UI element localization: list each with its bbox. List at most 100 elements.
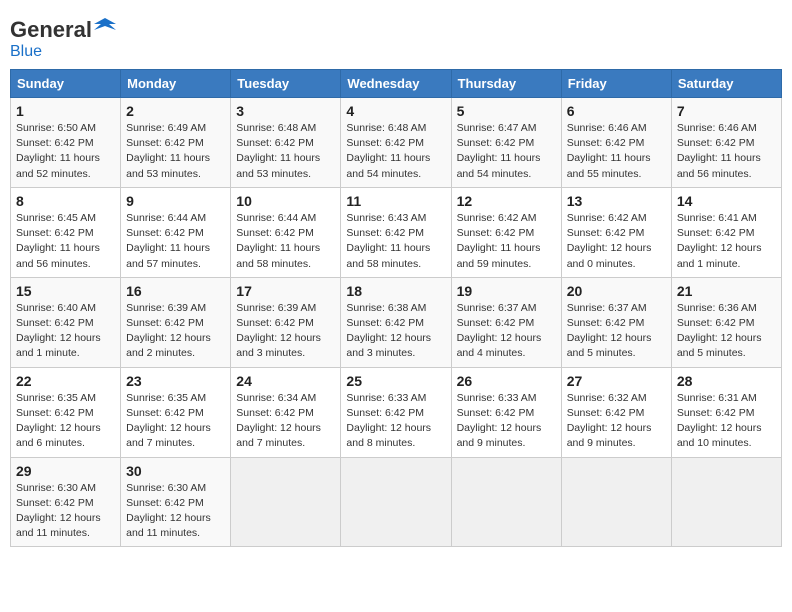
- calendar-cell: 7Sunrise: 6:46 AM Sunset: 6:42 PM Daylig…: [671, 98, 781, 188]
- day-info: Sunrise: 6:38 AM Sunset: 6:42 PM Dayligh…: [346, 301, 445, 362]
- calendar-week-row: 15Sunrise: 6:40 AM Sunset: 6:42 PM Dayli…: [11, 277, 782, 367]
- calendar-cell: 15Sunrise: 6:40 AM Sunset: 6:42 PM Dayli…: [11, 277, 121, 367]
- day-number: 27: [567, 373, 666, 389]
- calendar-cell: 25 Sunrise: 6:33 AM Sunset: 6:42 PM Dayli…: [341, 367, 451, 457]
- day-info: Sunrise: 6:49 AM Sunset: 6:42 PM Dayligh…: [126, 121, 225, 182]
- day-info: Sunrise: 6:33 AM Sunset: 6:42 PM Dayligh…: [457, 391, 556, 452]
- day-info: Sunrise: 6:32 AM Sunset: 6:42 PM Dayligh…: [567, 391, 666, 452]
- calendar-cell: 11 Sunrise: 6:43 AM Sunset: 6:42 PM Dayli…: [341, 187, 451, 277]
- day-number: 16: [126, 283, 225, 299]
- day-number: 24: [236, 373, 335, 389]
- calendar-cell: 10 Sunrise: 6:44 AM Sunset: 6:42 PM Dayli…: [231, 187, 341, 277]
- calendar-cell: 12 Sunrise: 6:42 AM Sunset: 6:42 PM Dayli…: [451, 187, 561, 277]
- day-number: 17: [236, 283, 335, 299]
- day-number: 13: [567, 193, 666, 209]
- day-number: 8: [16, 193, 115, 209]
- calendar-table: SundayMondayTuesdayWednesdayThursdayFrid…: [10, 69, 782, 547]
- day-info: Sunrise: 6:34 AM Sunset: 6:42 PM Dayligh…: [236, 391, 335, 452]
- calendar-header-tuesday: Tuesday: [231, 70, 341, 98]
- calendar-cell: 29Sunrise: 6:30 AM Sunset: 6:42 PM Dayli…: [11, 457, 121, 547]
- day-info: Sunrise: 6:48 AM Sunset: 6:42 PM Dayligh…: [346, 121, 445, 182]
- day-info: Sunrise: 6:41 AM Sunset: 6:42 PM Dayligh…: [677, 211, 776, 272]
- logo-general-text: General: [10, 17, 92, 43]
- calendar-cell: [451, 457, 561, 547]
- day-number: 22: [16, 373, 115, 389]
- day-info: Sunrise: 6:31 AM Sunset: 6:42 PM Dayligh…: [677, 391, 776, 452]
- calendar-cell: 1 Sunrise: 6:50 AM Sunset: 6:42 PM Daylig…: [11, 98, 121, 188]
- calendar-week-row: 22 Sunrise: 6:35 AM Sunset: 6:42 PM Dayli…: [11, 367, 782, 457]
- day-info: Sunrise: 6:43 AM Sunset: 6:42 PM Dayligh…: [346, 211, 445, 272]
- day-info: Sunrise: 6:44 AM Sunset: 6:42 PM Dayligh…: [236, 211, 335, 272]
- calendar-header-sunday: Sunday: [11, 70, 121, 98]
- calendar-week-row: 1 Sunrise: 6:50 AM Sunset: 6:42 PM Daylig…: [11, 98, 782, 188]
- calendar-cell: 16 Sunrise: 6:39 AM Sunset: 6:42 PM Dayli…: [121, 277, 231, 367]
- calendar-cell: 5Sunrise: 6:47 AM Sunset: 6:42 PM Daylig…: [451, 98, 561, 188]
- day-info: Sunrise: 6:37 AM Sunset: 6:42 PM Dayligh…: [457, 301, 556, 362]
- calendar-cell: 27 Sunrise: 6:32 AM Sunset: 6:42 PM Dayli…: [561, 367, 671, 457]
- calendar-cell: 2 Sunrise: 6:49 AM Sunset: 6:42 PM Daylig…: [121, 98, 231, 188]
- calendar-cell: 20 Sunrise: 6:37 AM Sunset: 6:42 PM Dayli…: [561, 277, 671, 367]
- calendar-cell: 22 Sunrise: 6:35 AM Sunset: 6:42 PM Dayli…: [11, 367, 121, 457]
- day-number: 11: [346, 193, 445, 209]
- calendar-cell: 28 Sunrise: 6:31 AM Sunset: 6:42 PM Dayli…: [671, 367, 781, 457]
- day-number: 18: [346, 283, 445, 299]
- calendar-cell: [671, 457, 781, 547]
- day-info: Sunrise: 6:33 AM Sunset: 6:42 PM Dayligh…: [346, 391, 445, 452]
- day-info: Sunrise: 6:37 AM Sunset: 6:42 PM Dayligh…: [567, 301, 666, 362]
- calendar-cell: 19Sunrise: 6:37 AM Sunset: 6:42 PM Dayli…: [451, 277, 561, 367]
- calendar-cell: 3 Sunrise: 6:48 AM Sunset: 6:42 PM Daylig…: [231, 98, 341, 188]
- day-info: Sunrise: 6:39 AM Sunset: 6:42 PM Dayligh…: [126, 301, 225, 362]
- day-number: 3: [236, 103, 335, 119]
- day-number: 15: [16, 283, 115, 299]
- day-info: Sunrise: 6:46 AM Sunset: 6:42 PM Dayligh…: [567, 121, 666, 182]
- day-number: 12: [457, 193, 556, 209]
- calendar-cell: 13 Sunrise: 6:42 AM Sunset: 6:42 PM Dayli…: [561, 187, 671, 277]
- day-number: 2: [126, 103, 225, 119]
- calendar-cell: 26 Sunrise: 6:33 AM Sunset: 6:42 PM Dayli…: [451, 367, 561, 457]
- calendar-week-row: 8Sunrise: 6:45 AM Sunset: 6:42 PM Daylig…: [11, 187, 782, 277]
- header: General Blue: [10, 10, 782, 61]
- day-number: 23: [126, 373, 225, 389]
- day-info: Sunrise: 6:35 AM Sunset: 6:42 PM Dayligh…: [126, 391, 225, 452]
- calendar-cell: 4 Sunrise: 6:48 AM Sunset: 6:42 PM Daylig…: [341, 98, 451, 188]
- day-number: 10: [236, 193, 335, 209]
- calendar-cell: 8Sunrise: 6:45 AM Sunset: 6:42 PM Daylig…: [11, 187, 121, 277]
- day-number: 20: [567, 283, 666, 299]
- logo: General Blue: [10, 10, 116, 61]
- day-number: 26: [457, 373, 556, 389]
- calendar-cell: 6Sunrise: 6:46 AM Sunset: 6:42 PM Daylig…: [561, 98, 671, 188]
- calendar-cell: [341, 457, 451, 547]
- day-info: Sunrise: 6:42 AM Sunset: 6:42 PM Dayligh…: [457, 211, 556, 272]
- calendar-header-row: SundayMondayTuesdayWednesdayThursdayFrid…: [11, 70, 782, 98]
- calendar-header-wednesday: Wednesday: [341, 70, 451, 98]
- calendar-cell: 17 Sunrise: 6:39 AM Sunset: 6:42 PM Dayli…: [231, 277, 341, 367]
- day-number: 4: [346, 103, 445, 119]
- day-info: Sunrise: 6:30 AM Sunset: 6:42 PM Dayligh…: [16, 481, 115, 542]
- calendar-cell: 30Sunrise: 6:30 AM Sunset: 6:42 PM Dayli…: [121, 457, 231, 547]
- calendar-cell: 9 Sunrise: 6:44 AM Sunset: 6:42 PM Daylig…: [121, 187, 231, 277]
- calendar-header-saturday: Saturday: [671, 70, 781, 98]
- day-info: Sunrise: 6:35 AM Sunset: 6:42 PM Dayligh…: [16, 391, 115, 452]
- day-info: Sunrise: 6:39 AM Sunset: 6:42 PM Dayligh…: [236, 301, 335, 362]
- day-number: 9: [126, 193, 225, 209]
- day-info: Sunrise: 6:36 AM Sunset: 6:42 PM Dayligh…: [677, 301, 776, 362]
- day-number: 5: [457, 103, 556, 119]
- calendar-header-monday: Monday: [121, 70, 231, 98]
- day-info: Sunrise: 6:46 AM Sunset: 6:42 PM Dayligh…: [677, 121, 776, 182]
- day-number: 25: [346, 373, 445, 389]
- day-info: Sunrise: 6:42 AM Sunset: 6:42 PM Dayligh…: [567, 211, 666, 272]
- calendar-cell: 23 Sunrise: 6:35 AM Sunset: 6:42 PM Dayli…: [121, 367, 231, 457]
- calendar-cell: 18 Sunrise: 6:38 AM Sunset: 6:42 PM Dayli…: [341, 277, 451, 367]
- logo-blue-text: Blue: [10, 43, 42, 61]
- day-number: 14: [677, 193, 776, 209]
- day-number: 30: [126, 463, 225, 479]
- day-number: 1: [16, 103, 115, 119]
- day-info: Sunrise: 6:50 AM Sunset: 6:42 PM Dayligh…: [16, 121, 115, 182]
- calendar-cell: 21Sunrise: 6:36 AM Sunset: 6:42 PM Dayli…: [671, 277, 781, 367]
- day-info: Sunrise: 6:44 AM Sunset: 6:42 PM Dayligh…: [126, 211, 225, 272]
- calendar-header-thursday: Thursday: [451, 70, 561, 98]
- day-info: Sunrise: 6:48 AM Sunset: 6:42 PM Dayligh…: [236, 121, 335, 182]
- day-number: 28: [677, 373, 776, 389]
- calendar-week-row: 29Sunrise: 6:30 AM Sunset: 6:42 PM Dayli…: [11, 457, 782, 547]
- calendar-cell: [561, 457, 671, 547]
